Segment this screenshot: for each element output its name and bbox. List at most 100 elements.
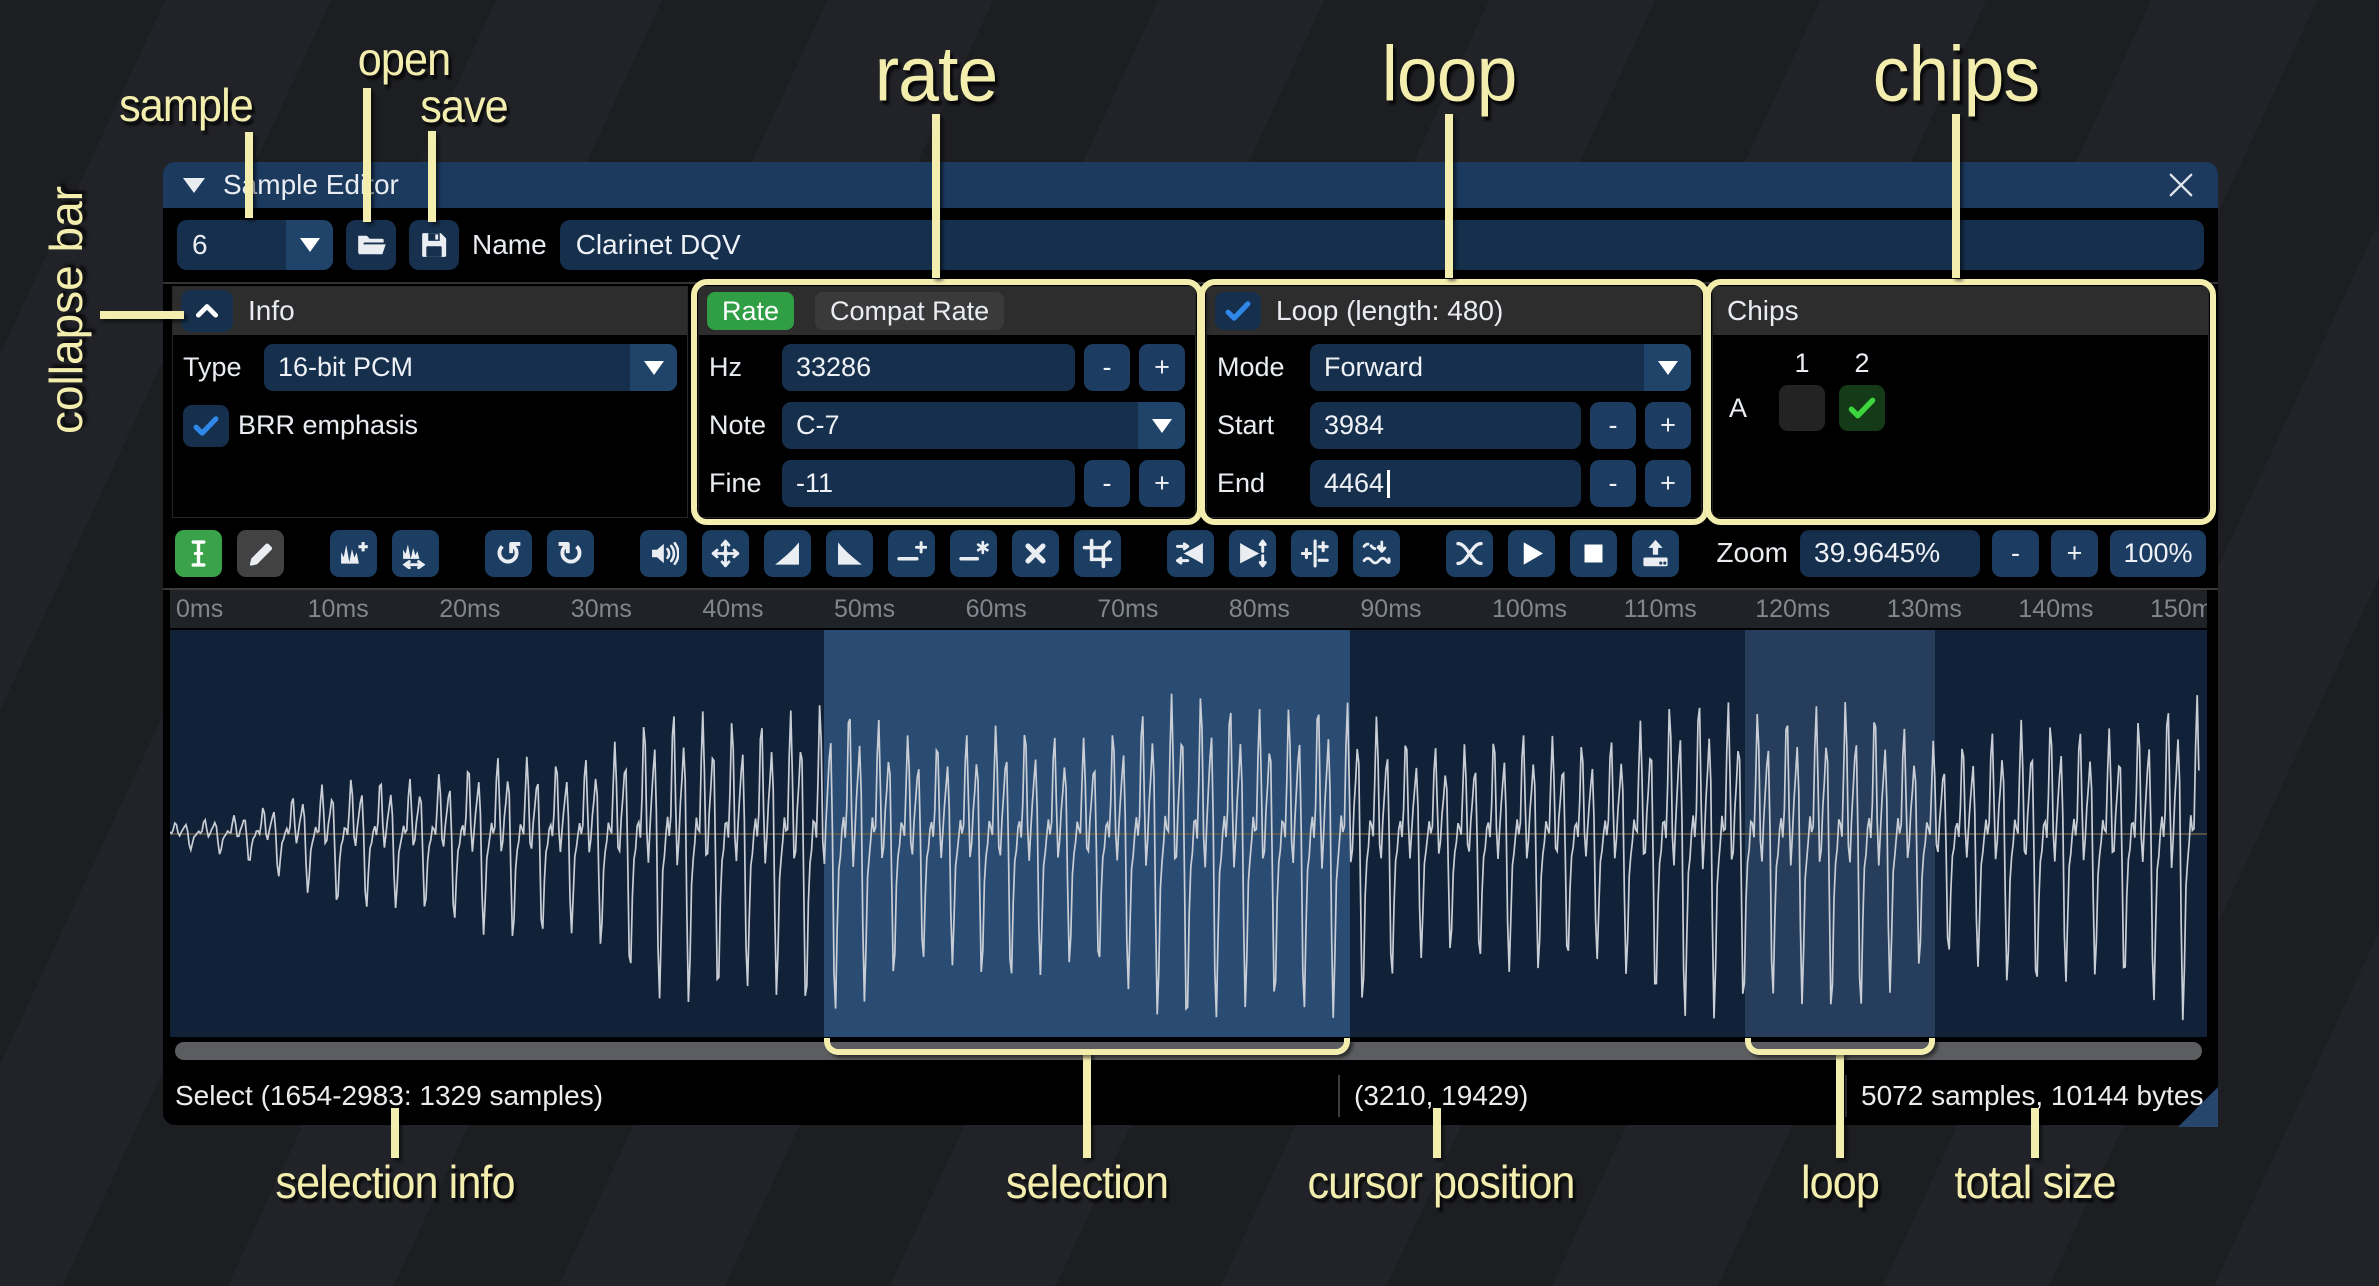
loop-panel: Loop (length: 480) Mode Forward Start 39…	[1206, 286, 1702, 518]
hz-label: Hz	[709, 352, 773, 383]
crossfade-loop-points-button[interactable]	[1446, 530, 1493, 577]
dropdown-arrow-icon[interactable]	[1138, 402, 1185, 449]
normalize-icon	[710, 538, 741, 569]
waveform-display[interactable]	[170, 630, 2207, 1037]
apply-silence-button[interactable]	[950, 530, 997, 577]
invert-button[interactable]	[1229, 530, 1276, 577]
loop-end-decrement-button[interactable]: -	[1590, 460, 1636, 507]
info-panel-title: Info	[248, 295, 295, 327]
chips-grid: 1 2 A	[1723, 344, 2198, 431]
dropdown-arrow-icon[interactable]	[630, 344, 677, 391]
loop-enable-checkbox[interactable]	[1215, 292, 1261, 330]
trim-icon	[1082, 538, 1113, 569]
dropdown-arrow-icon[interactable]	[286, 220, 333, 270]
ruler-tick-label: 120ms	[1755, 590, 1830, 628]
undo-button[interactable]: ↺	[485, 530, 532, 577]
compat-rate-button[interactable]: Compat Rate	[815, 292, 1004, 330]
resample-button[interactable]	[392, 530, 439, 577]
ruler-tick-label: 0ms	[176, 590, 223, 628]
reverse-icon	[1175, 538, 1206, 569]
filter-icon	[1361, 538, 1392, 569]
filter-button[interactable]	[1353, 530, 1400, 577]
text-caret	[1387, 470, 1390, 498]
resize-button[interactable]	[330, 530, 377, 577]
zoom-input[interactable]: 39.9645%	[1800, 530, 1980, 577]
rate-mode-button[interactable]: Rate	[707, 292, 794, 330]
zoom-reset-button[interactable]: 100%	[2110, 530, 2206, 577]
loop-end-increment-button[interactable]: +	[1645, 460, 1691, 507]
save-floppy-icon	[418, 229, 450, 261]
annotation-line-total-size	[2031, 1108, 2039, 1158]
brr-emphasis-checkbox[interactable]	[183, 405, 229, 447]
stop-preview-button[interactable]	[1570, 530, 1617, 577]
zoom-label: Zoom	[1716, 537, 1788, 569]
fine-increment-button[interactable]: +	[1139, 460, 1185, 507]
loop-start-increment-button[interactable]: +	[1645, 402, 1691, 449]
trim-button[interactable]	[1074, 530, 1121, 577]
info-panel-header: Info	[173, 287, 687, 335]
note-label: Note	[709, 410, 773, 441]
mode-label: Mode	[1217, 352, 1301, 383]
fade-in-icon	[772, 538, 803, 569]
loop-bracket	[1745, 1038, 1935, 1055]
sample-index-dropdown[interactable]: 6	[177, 220, 333, 270]
annotation-rate: rate	[875, 29, 998, 120]
annotation-save: save	[420, 79, 508, 133]
amplify-icon	[648, 538, 679, 569]
ruler-tick-label: 140ms	[2018, 590, 2093, 628]
annotation-loop: loop	[1382, 29, 1517, 120]
hz-decrement-button[interactable]: -	[1084, 344, 1130, 391]
open-sample-button[interactable]	[346, 220, 396, 270]
hz-input[interactable]: 33286	[782, 344, 1075, 391]
annotation-sample: sample	[119, 78, 253, 132]
reverse-button[interactable]	[1167, 530, 1214, 577]
window-resize-grip[interactable]	[2178, 1087, 2218, 1127]
amplify-button[interactable]	[640, 530, 687, 577]
annotation-line-sample	[245, 132, 253, 218]
fade-in-button[interactable]	[764, 530, 811, 577]
chips-panel-title: Chips	[1727, 295, 1799, 327]
loop-mode-value: Forward	[1310, 344, 1644, 391]
preview-sample-button[interactable]	[1508, 530, 1555, 577]
upload-to-chip-button[interactable]	[1632, 530, 1679, 577]
draw-button[interactable]	[237, 530, 284, 577]
note-select[interactable]: C-7	[782, 402, 1185, 449]
insert-silence-button[interactable]	[888, 530, 935, 577]
select-button[interactable]	[175, 530, 222, 577]
zoom-value: 39.9645%	[1814, 537, 1940, 569]
chip-a1-checkbox[interactable]	[1779, 385, 1825, 431]
undo-icon: ↺	[495, 537, 523, 570]
normalize-button[interactable]	[702, 530, 749, 577]
close-button[interactable]	[2164, 168, 2198, 202]
window-titlebar[interactable]: Sample Editor	[163, 162, 2218, 208]
save-sample-button[interactable]	[409, 220, 459, 270]
hz-increment-button[interactable]: +	[1139, 344, 1185, 391]
signed-unsigned-button[interactable]	[1291, 530, 1338, 577]
fine-decrement-button[interactable]: -	[1084, 460, 1130, 507]
panels-row: Info Type 16-bit PCM BRR emph	[163, 282, 2218, 518]
collapse-info-button[interactable]	[181, 290, 233, 332]
window-collapse-icon[interactable]	[183, 178, 205, 193]
annotation-loop-region: loop	[1801, 1155, 1879, 1209]
loop-start-label: Start	[1217, 410, 1301, 441]
loop-start-decrement-button[interactable]: -	[1590, 402, 1636, 449]
waveform-plot	[170, 630, 2200, 1037]
dropdown-arrow-icon[interactable]	[1644, 344, 1691, 391]
checkmark-icon	[1223, 296, 1253, 326]
time-ruler[interactable]: 0ms10ms20ms30ms40ms50ms60ms70ms80ms90ms1…	[170, 590, 2207, 628]
zoom-in-button[interactable]: +	[2051, 530, 2098, 577]
brr-emphasis-label: BRR emphasis	[238, 410, 418, 441]
delete-button[interactable]	[1012, 530, 1059, 577]
delete-icon	[1020, 538, 1051, 569]
sample-row: 6 Name Clarinet DQV	[163, 208, 2218, 282]
redo-button[interactable]: ↻	[547, 530, 594, 577]
loop-mode-select[interactable]: Forward	[1310, 344, 1691, 391]
fade-out-button[interactable]	[826, 530, 873, 577]
chip-a2-checkbox[interactable]	[1839, 385, 1885, 431]
rate-panel: Rate Compat Rate Hz 33286 - + Note C-7	[698, 286, 1196, 518]
loop-start-input[interactable]: 3984	[1310, 402, 1581, 449]
sample-type-select[interactable]: 16-bit PCM	[264, 344, 677, 391]
loop-end-input[interactable]: 4464	[1310, 460, 1581, 507]
zoom-out-button[interactable]: -	[1992, 530, 2039, 577]
fine-input[interactable]: -11	[782, 460, 1075, 507]
